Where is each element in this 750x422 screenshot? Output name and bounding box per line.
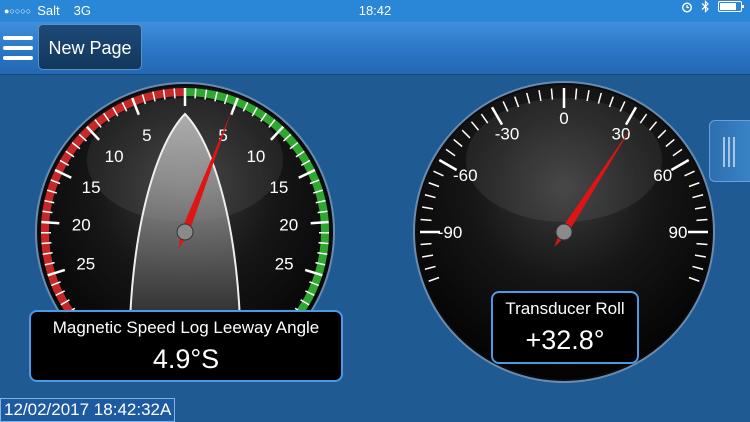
roll-readout-value: +32.8°	[525, 325, 605, 355]
scale-label: 15	[269, 178, 288, 197]
scale-label: 0	[559, 109, 568, 128]
minor-tick	[420, 218, 432, 222]
minor-tick	[41, 241, 52, 245]
scale-label: 10	[105, 147, 124, 166]
minor-tick	[696, 218, 708, 222]
major-tick	[310, 220, 329, 225]
scale-label: 20	[72, 216, 91, 235]
scale-label: 60	[653, 166, 672, 185]
scale-label: 25	[275, 254, 294, 273]
scale-label: -30	[495, 124, 520, 143]
needle-hub	[555, 223, 573, 241]
scale-label: 20	[279, 216, 298, 235]
needle-hub	[176, 223, 194, 241]
timestamp-label: 12/02/2017 18:42:32A	[0, 398, 176, 422]
scale-label: 5	[142, 126, 151, 145]
minor-tick	[194, 88, 197, 99]
leeway-readout-value: 4.9°S	[152, 344, 220, 374]
minor-tick	[420, 242, 432, 246]
minor-tick	[574, 88, 578, 100]
scale-label: 15	[82, 178, 101, 197]
minor-tick	[318, 241, 329, 245]
roll-readout-title: Transducer Roll	[505, 299, 625, 318]
scale-label: 30	[612, 124, 631, 143]
minor-tick	[550, 88, 554, 100]
scale-label: -90	[438, 223, 463, 242]
leeway-readout-title: Magnetic Speed Log Leeway Angle	[52, 318, 320, 337]
roll-readout[interactable]: Transducer Roll +32.8°	[491, 291, 639, 364]
major-tick	[41, 220, 60, 225]
minor-tick	[696, 242, 708, 246]
scale-label: -60	[453, 166, 478, 185]
scale-label: 10	[246, 147, 265, 166]
scale-label: 25	[76, 254, 95, 273]
scale-label: 90	[669, 223, 688, 242]
minor-tick	[173, 88, 176, 99]
leeway-readout[interactable]: Magnetic Speed Log Leeway Angle 4.9°S	[29, 310, 343, 382]
